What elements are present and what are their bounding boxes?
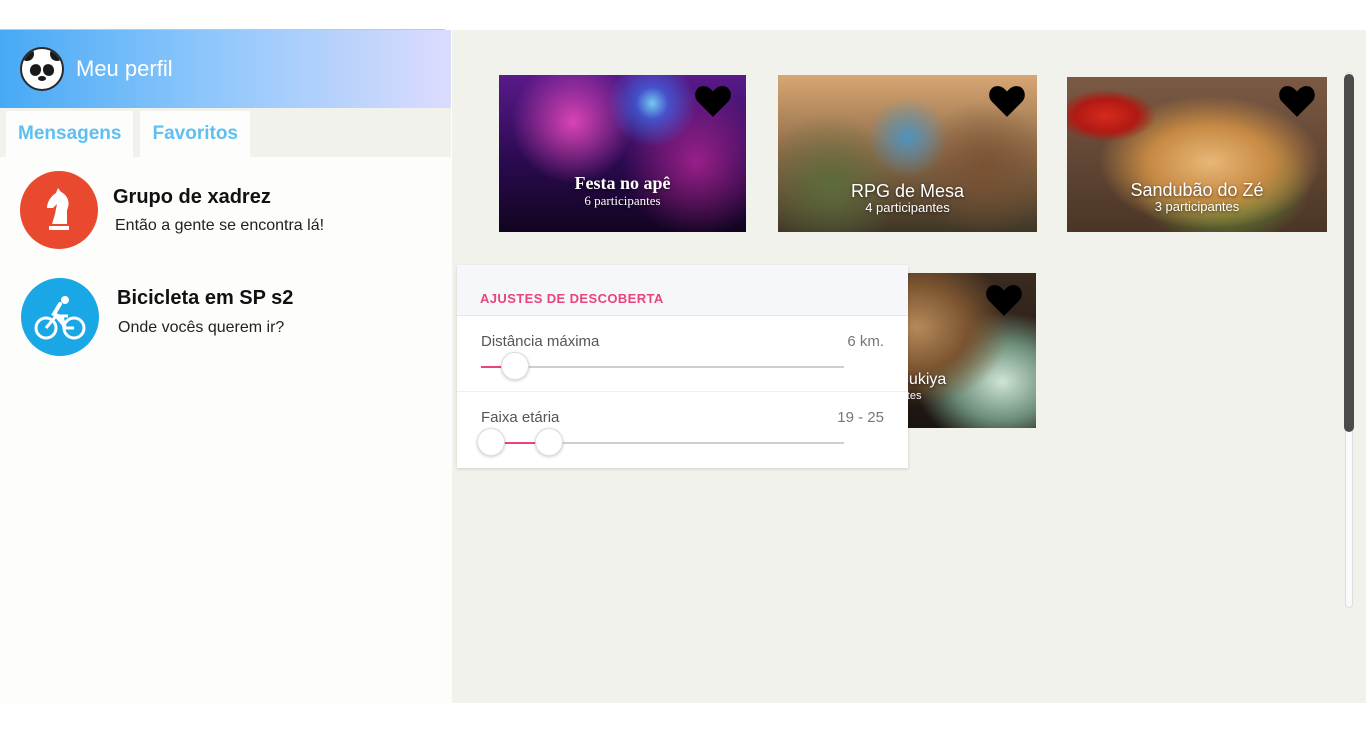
bottom-strip xyxy=(0,703,1366,736)
card-subtitle: 3 participantes xyxy=(1154,199,1240,214)
chat-name: Grupo de xadrez xyxy=(113,186,271,208)
heart-icon[interactable] xyxy=(694,83,732,119)
tab-bar: Mensagens Favoritos xyxy=(0,108,451,157)
heart-icon[interactable] xyxy=(985,282,1023,318)
cyclist-icon xyxy=(21,278,99,356)
card-subtitle: 4 participantes xyxy=(865,200,950,215)
discovery-settings-panel: AJUSTES DE DESCOBERTA Distância máxima 6… xyxy=(457,265,908,468)
event-card[interactable]: RPG de Mesa 4 participantes xyxy=(778,75,1037,232)
chat-list: Grupo de xadrez Então a gente se encontr… xyxy=(0,157,451,369)
age-range-label: Faixa etária xyxy=(481,409,560,426)
scrollbar[interactable] xyxy=(1343,72,1355,608)
card-subtitle: ipantes xyxy=(886,390,1036,402)
max-distance-label: Distância máxima xyxy=(481,333,600,350)
chat-item-xadrez[interactable]: Grupo de xadrez Então a gente se encontr… xyxy=(0,157,451,263)
max-distance-knob[interactable] xyxy=(501,352,530,380)
panel-title: AJUSTES DE DESCOBERTA xyxy=(457,265,908,316)
chat-last-message: Então a gente se encontra lá! xyxy=(115,217,325,234)
profile-title: Meu perfil xyxy=(76,56,173,81)
event-card[interactable]: Sandubão do Zé 3 participantes xyxy=(1067,77,1327,232)
chat-item-bicicleta[interactable]: Bicicleta em SP s2 Onde vocês querem ir? xyxy=(0,263,451,369)
heart-icon[interactable] xyxy=(988,83,1026,119)
age-range-slider[interactable] xyxy=(477,428,844,456)
card-title: RPG de Mesa xyxy=(850,181,965,201)
tab-mensagens[interactable]: Mensagens xyxy=(6,111,134,157)
age-max-knob[interactable] xyxy=(535,428,564,456)
max-distance-slider[interactable] xyxy=(481,352,844,380)
card-subtitle: 6 participantes xyxy=(584,193,661,208)
chess-knight-icon xyxy=(20,171,98,249)
card-title: Sandubão do Zé xyxy=(1130,180,1264,200)
max-distance-row: Distância máxima 6 km. xyxy=(457,316,908,392)
sidebar: Meu perfil Mensagens Favoritos Grupo de … xyxy=(0,30,452,703)
age-range-value: 19 - 25 xyxy=(837,409,884,426)
scrollbar-thumb[interactable] xyxy=(1344,74,1354,432)
heart-icon[interactable] xyxy=(1278,83,1316,119)
profile-header[interactable]: Meu perfil xyxy=(0,30,451,108)
top-strip xyxy=(0,0,1366,30)
age-range-row: Faixa etária 19 - 25 xyxy=(457,392,908,468)
chat-name: Bicicleta em SP s2 xyxy=(117,287,294,309)
max-distance-value: 6 km. xyxy=(847,333,884,350)
age-min-knob[interactable] xyxy=(477,428,505,456)
tab-favoritos[interactable]: Favoritos xyxy=(140,111,251,157)
panda-icon[interactable] xyxy=(20,47,64,91)
card-title: Festa no apê xyxy=(574,173,671,193)
chat-last-message: Onde vocês querem ir? xyxy=(118,319,285,336)
event-card[interactable]: Festa no apê 6 participantes xyxy=(499,75,746,232)
